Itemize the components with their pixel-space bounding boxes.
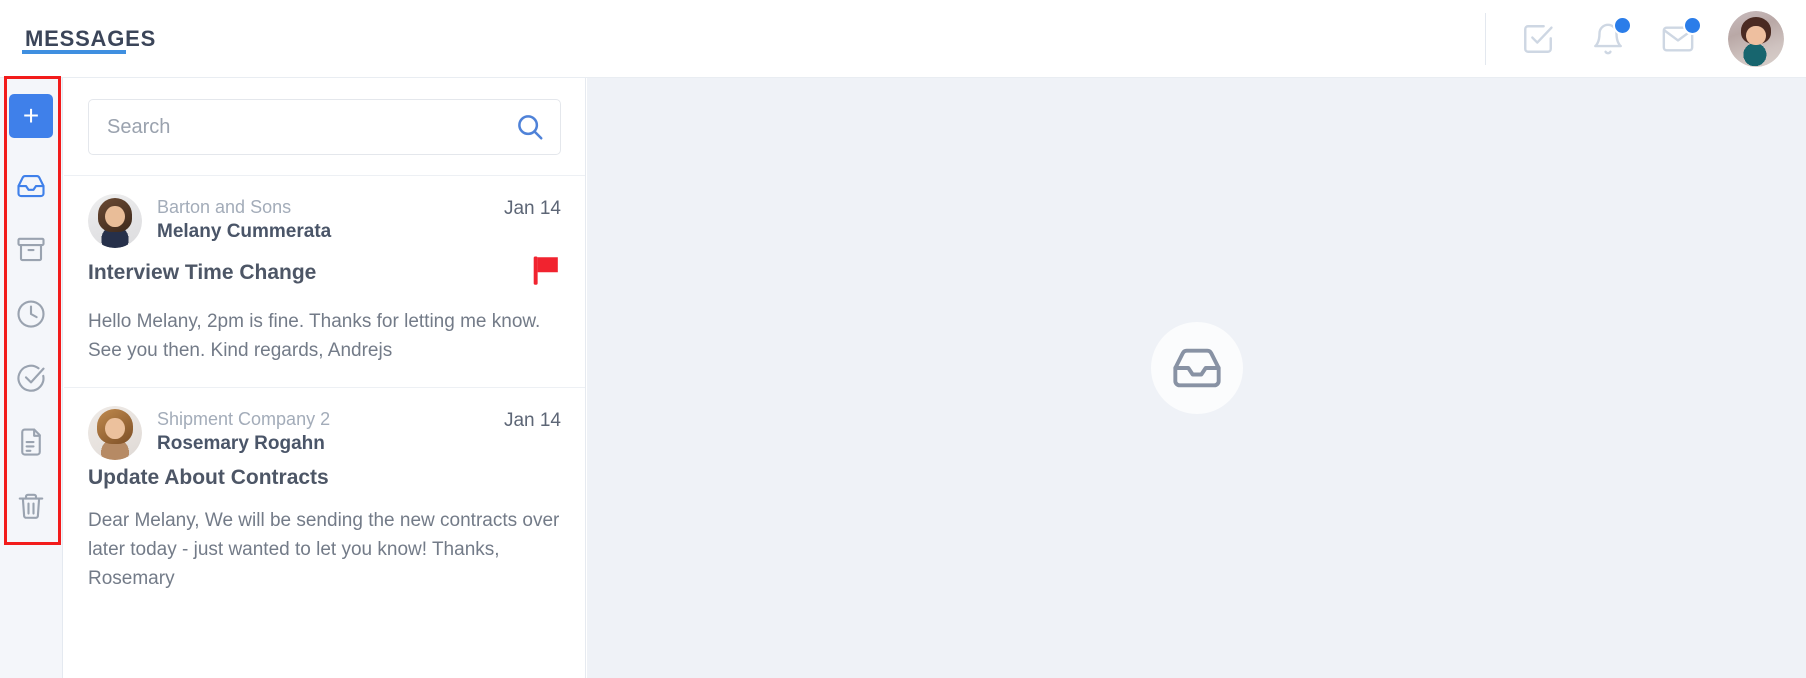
sidebar-item-snoozed[interactable] xyxy=(5,282,57,346)
app-header: MESSAGES xyxy=(0,0,1806,78)
search-box[interactable] xyxy=(88,99,561,155)
message-company: Shipment Company 2 xyxy=(157,409,331,429)
message-preview: Dear Melany, We will be sending the new … xyxy=(88,510,560,589)
sidebar-item-drafts[interactable] xyxy=(5,410,57,474)
header-actions xyxy=(1485,0,1806,77)
search-input[interactable] xyxy=(89,115,500,139)
avatar xyxy=(88,194,142,248)
envelope-icon[interactable] xyxy=(1652,13,1704,65)
message-subject: Interview Time Change xyxy=(88,260,317,284)
icon-sidebar: + xyxy=(0,78,63,678)
header-divider xyxy=(1485,12,1486,65)
tasks-icon[interactable] xyxy=(1512,13,1564,65)
title-active-underline xyxy=(22,49,126,54)
page-title: MESSAGES xyxy=(25,25,157,51)
message-header: Shipment Company 2 Rosemary Rogahn Jan 1… xyxy=(88,406,561,460)
message-subject: Update About Contracts xyxy=(88,466,329,489)
avatar[interactable] xyxy=(1728,10,1784,67)
sidebar-item-inbox[interactable] xyxy=(5,154,57,218)
bell-icon[interactable] xyxy=(1582,13,1634,65)
list-item[interactable]: Shipment Company 2 Rosemary Rogahn Jan 1… xyxy=(64,387,585,615)
message-header: Barton and Sons Melany Cummerata Jan 14 xyxy=(88,194,561,248)
envelope-badge xyxy=(1683,15,1702,35)
search-icon[interactable] xyxy=(500,100,560,154)
message-sender: Melany Cummerata xyxy=(157,221,332,242)
message-list-pane: Barton and Sons Melany Cummerata Jan 14 … xyxy=(64,78,586,678)
flag-icon[interactable] xyxy=(531,254,561,291)
messages-app: MESSAGES + Search Barton and Sons Melany… xyxy=(0,0,1806,678)
avatar-image xyxy=(1728,10,1784,67)
message-detail-pane xyxy=(587,78,1806,678)
message-company: Barton and Sons xyxy=(157,197,292,217)
message-preview: Hello Melany, 2pm is fine. Thanks for le… xyxy=(88,311,541,361)
message-sender: Rosemary Rogahn xyxy=(157,433,325,454)
bell-badge xyxy=(1613,15,1632,35)
avatar-image xyxy=(88,194,142,248)
search-row xyxy=(64,78,585,175)
message-subject-row: Interview Time Change xyxy=(88,254,561,291)
sidebar-item-trash[interactable] xyxy=(5,474,57,538)
sidebar-item-archive[interactable] xyxy=(5,218,57,282)
message-identity: Shipment Company 2 Rosemary Rogahn xyxy=(157,406,504,456)
message-date: Jan 14 xyxy=(503,410,561,431)
sidebar-item-done[interactable] xyxy=(5,346,57,410)
message-date: Jan 14 xyxy=(503,198,561,219)
inbox-icon xyxy=(1172,348,1221,388)
avatar xyxy=(88,406,142,460)
message-subject-row: Update About Contracts xyxy=(88,466,561,490)
plus-icon: + xyxy=(22,100,40,131)
avatar-image xyxy=(88,406,142,460)
compose-button[interactable]: + xyxy=(9,94,53,138)
list-item[interactable]: Barton and Sons Melany Cummerata Jan 14 … xyxy=(64,175,585,387)
empty-state xyxy=(1150,322,1243,414)
message-identity: Barton and Sons Melany Cummerata xyxy=(157,194,504,244)
